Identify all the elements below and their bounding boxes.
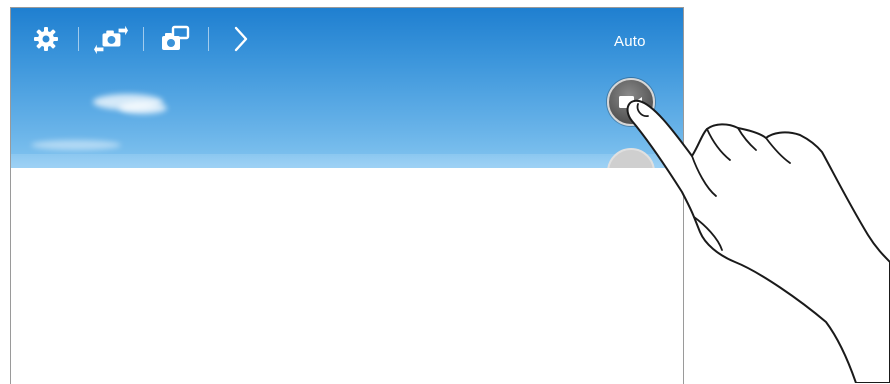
camera-toolbar xyxy=(29,22,258,56)
settings-button[interactable] xyxy=(29,22,63,56)
dual-camera-icon xyxy=(162,25,190,50)
camera-shutter-button[interactable] xyxy=(607,148,655,168)
cloud xyxy=(119,102,167,114)
switch-camera-icon xyxy=(94,25,128,54)
record-video-button[interactable] xyxy=(607,78,655,126)
settings-icon xyxy=(34,27,58,51)
device-screen: Auto xyxy=(10,7,684,384)
switch-camera-button[interactable] xyxy=(94,22,128,56)
dual-camera-button[interactable] xyxy=(159,22,193,56)
camera-mode-label[interactable]: Auto xyxy=(614,33,646,50)
toolbar-divider xyxy=(78,27,79,51)
video-record-icon xyxy=(619,96,642,108)
toolbar-divider xyxy=(143,27,144,51)
toolbar-divider xyxy=(208,27,209,51)
viewfinder-haze xyxy=(11,154,683,168)
camera-viewfinder: Auto xyxy=(11,8,683,168)
expand-menu-button[interactable] xyxy=(224,22,258,56)
cloud xyxy=(31,140,121,150)
expand-chevron-icon xyxy=(234,26,248,52)
